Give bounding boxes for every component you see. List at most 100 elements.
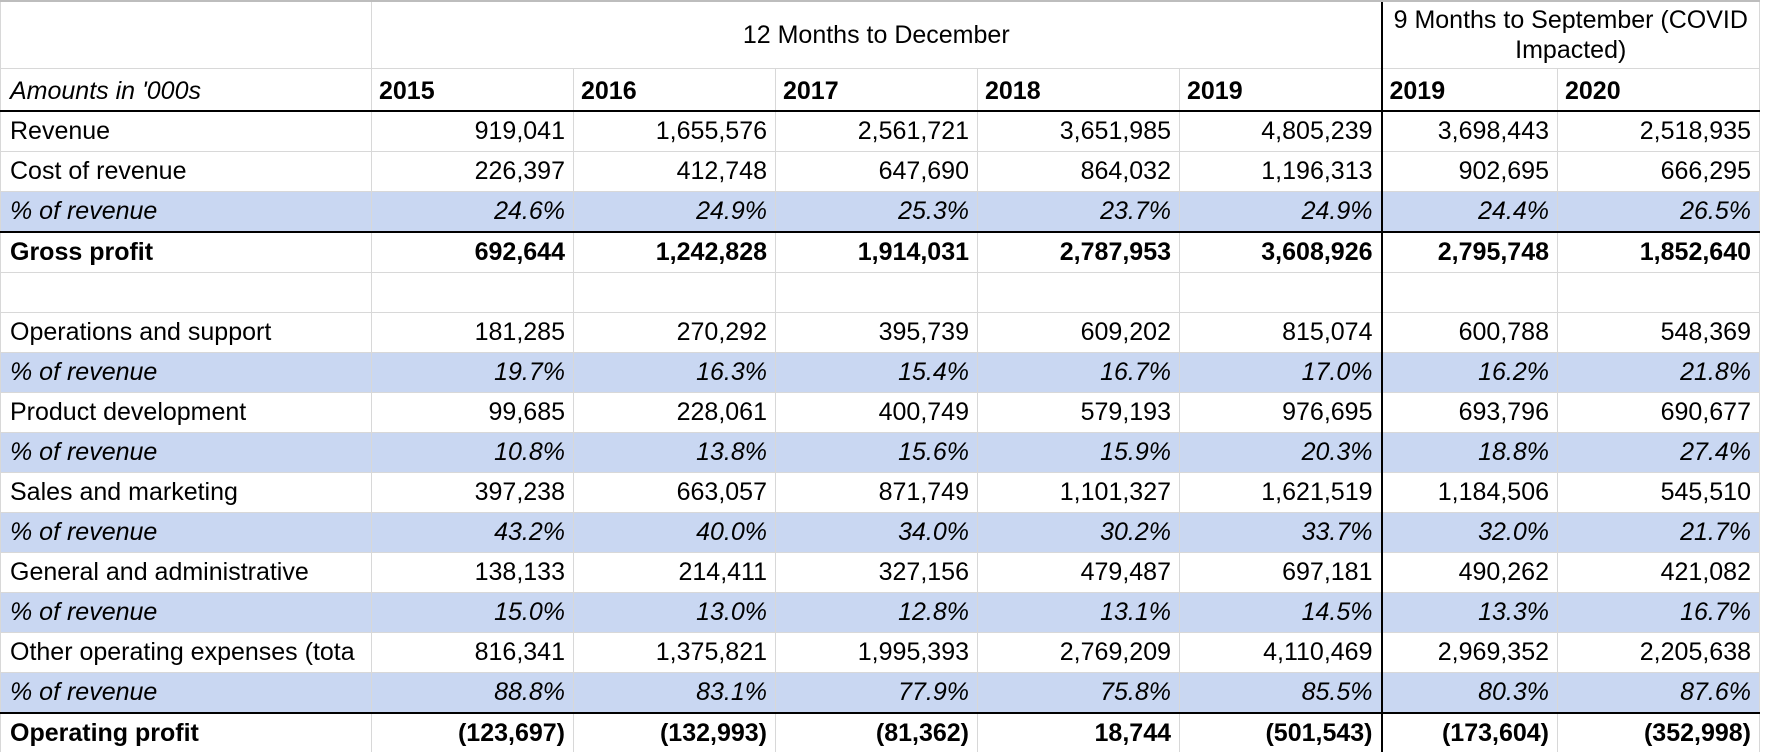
value-cell[interactable]: 1,914,031 <box>775 231 978 273</box>
value-cell[interactable]: 1,184,506 <box>1380 472 1558 513</box>
value-cell[interactable]: 40.0% <box>573 512 776 553</box>
row-label-cell[interactable]: Sales and marketing <box>0 472 372 513</box>
value-cell[interactable]: 20.3% <box>1179 432 1382 473</box>
value-cell[interactable]: 17.0% <box>1179 352 1382 393</box>
value-cell[interactable]: 13.0% <box>573 592 776 633</box>
value-cell[interactable]: 693,796 <box>1380 392 1558 433</box>
value-cell[interactable]: 4,805,239 <box>1179 110 1382 152</box>
value-cell[interactable] <box>775 272 978 313</box>
value-cell[interactable]: 77.9% <box>775 672 978 714</box>
value-cell[interactable]: 181,285 <box>371 312 574 353</box>
value-cell[interactable]: 18.8% <box>1380 432 1558 473</box>
value-cell[interactable]: 697,181 <box>1179 552 1382 593</box>
value-cell[interactable]: 16.7% <box>1557 592 1760 633</box>
row-label-cell[interactable]: % of revenue <box>0 432 372 473</box>
row-label-cell[interactable]: Other operating expenses (tota <box>0 632 372 673</box>
value-cell[interactable]: 1,655,576 <box>573 110 776 152</box>
value-cell[interactable]: 21.7% <box>1557 512 1760 553</box>
value-cell[interactable]: 1,375,821 <box>573 632 776 673</box>
value-cell[interactable]: 16.2% <box>1380 352 1558 393</box>
value-cell[interactable]: 43.2% <box>371 512 574 553</box>
value-cell[interactable]: 421,082 <box>1557 552 1760 593</box>
row-label-cell[interactable]: % of revenue <box>0 592 372 633</box>
value-cell[interactable]: 2,769,209 <box>977 632 1180 673</box>
header-year-cell[interactable]: 2019 <box>1179 67 1382 112</box>
value-cell[interactable]: 15.0% <box>371 592 574 633</box>
value-cell[interactable]: 16.7% <box>977 352 1180 393</box>
header-year-cell[interactable]: 2017 <box>775 67 978 112</box>
value-cell[interactable]: 479,487 <box>977 552 1180 593</box>
row-label-cell[interactable]: % of revenue <box>0 672 372 714</box>
value-cell[interactable]: 85.5% <box>1179 672 1382 714</box>
row-label-cell[interactable]: Product development <box>0 392 372 433</box>
value-cell[interactable]: 3,651,985 <box>977 110 1180 152</box>
value-cell[interactable]: 16.3% <box>573 352 776 393</box>
value-cell[interactable]: (352,998) <box>1557 712 1760 752</box>
row-label-cell[interactable]: Gross profit <box>0 231 372 273</box>
value-cell[interactable]: 33.7% <box>1179 512 1382 553</box>
value-cell[interactable]: 2,561,721 <box>775 110 978 152</box>
value-cell[interactable]: 226,397 <box>371 151 574 192</box>
value-cell[interactable]: 579,193 <box>977 392 1180 433</box>
row-label-cell[interactable]: % of revenue <box>0 191 372 233</box>
value-cell[interactable]: 24.6% <box>371 191 574 233</box>
value-cell[interactable]: 87.6% <box>1557 672 1760 714</box>
value-cell[interactable]: 2,205,638 <box>1557 632 1760 673</box>
value-cell[interactable]: 21.8% <box>1557 352 1760 393</box>
value-cell[interactable]: 15.4% <box>775 352 978 393</box>
value-cell[interactable]: (173,604) <box>1380 712 1558 752</box>
value-cell[interactable]: 18,744 <box>977 712 1180 752</box>
value-cell[interactable] <box>371 272 574 313</box>
value-cell[interactable]: 2,969,352 <box>1380 632 1558 673</box>
value-cell[interactable]: 647,690 <box>775 151 978 192</box>
value-cell[interactable]: 690,677 <box>1557 392 1760 433</box>
header-year-cell[interactable]: 2016 <box>573 67 776 112</box>
value-cell[interactable]: 1,852,640 <box>1557 231 1760 273</box>
value-cell[interactable]: 871,749 <box>775 472 978 513</box>
value-cell[interactable]: 270,292 <box>573 312 776 353</box>
value-cell[interactable]: 88.8% <box>371 672 574 714</box>
header-units-label[interactable]: Amounts in '000s <box>0 67 372 112</box>
row-label-cell[interactable] <box>0 272 372 313</box>
value-cell[interactable]: 490,262 <box>1380 552 1558 593</box>
value-cell[interactable]: 816,341 <box>371 632 574 673</box>
header-group-9-months[interactable]: 9 Months to September (COVID Impacted) <box>1380 0 1760 69</box>
value-cell[interactable]: 400,749 <box>775 392 978 433</box>
value-cell[interactable]: 26.5% <box>1557 191 1760 233</box>
header-group-12-months[interactable]: 12 Months to December <box>371 0 1382 69</box>
row-label-cell[interactable]: % of revenue <box>0 352 372 393</box>
value-cell[interactable]: (123,697) <box>371 712 574 752</box>
row-label-cell[interactable]: Operating profit <box>0 712 372 752</box>
value-cell[interactable]: (501,543) <box>1179 712 1382 752</box>
header-year-cell[interactable]: 2018 <box>977 67 1180 112</box>
value-cell[interactable]: 99,685 <box>371 392 574 433</box>
value-cell[interactable]: 545,510 <box>1557 472 1760 513</box>
value-cell[interactable]: 663,057 <box>573 472 776 513</box>
value-cell[interactable]: 1,101,327 <box>977 472 1180 513</box>
value-cell[interactable]: 1,995,393 <box>775 632 978 673</box>
value-cell[interactable] <box>1380 272 1558 313</box>
value-cell[interactable]: 4,110,469 <box>1179 632 1382 673</box>
value-cell[interactable]: 24.4% <box>1380 191 1558 233</box>
row-label-cell[interactable]: Revenue <box>0 110 372 152</box>
value-cell[interactable]: 412,748 <box>573 151 776 192</box>
value-cell[interactable]: 919,041 <box>371 110 574 152</box>
value-cell[interactable]: 83.1% <box>573 672 776 714</box>
value-cell[interactable]: 13.8% <box>573 432 776 473</box>
value-cell[interactable] <box>1179 272 1382 313</box>
value-cell[interactable]: 32.0% <box>1380 512 1558 553</box>
value-cell[interactable]: 548,369 <box>1557 312 1760 353</box>
value-cell[interactable]: 23.7% <box>977 191 1180 233</box>
value-cell[interactable]: 815,074 <box>1179 312 1382 353</box>
value-cell[interactable]: 13.1% <box>977 592 1180 633</box>
value-cell[interactable]: 15.6% <box>775 432 978 473</box>
value-cell[interactable] <box>573 272 776 313</box>
value-cell[interactable]: 902,695 <box>1380 151 1558 192</box>
value-cell[interactable]: 395,739 <box>775 312 978 353</box>
value-cell[interactable]: (81,362) <box>775 712 978 752</box>
value-cell[interactable]: 2,518,935 <box>1557 110 1760 152</box>
value-cell[interactable]: 666,295 <box>1557 151 1760 192</box>
header-year-cell[interactable]: 2020 <box>1557 67 1760 112</box>
value-cell[interactable] <box>977 272 1180 313</box>
value-cell[interactable]: 24.9% <box>1179 191 1382 233</box>
